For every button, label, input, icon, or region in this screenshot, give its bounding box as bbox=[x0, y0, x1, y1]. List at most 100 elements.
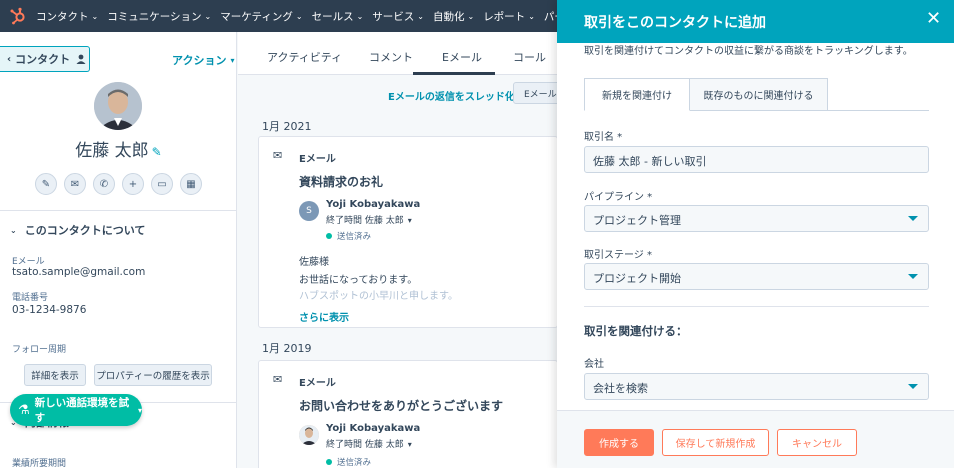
activity-type: Eメール bbox=[299, 154, 336, 165]
caret-down-icon: ▾ bbox=[230, 55, 235, 65]
email-sender: Yoji Kobayakawa bbox=[326, 199, 421, 210]
nav-contacts[interactable]: コンタクト ⌄ bbox=[36, 9, 98, 24]
email-icon[interactable]: ✉ bbox=[64, 173, 86, 195]
email-activity-card[interactable]: ✉ Eメール 資料請求のお礼 S Yoji Kobayakawa 終了時間 佐藤… bbox=[258, 136, 558, 328]
person-icon bbox=[76, 54, 86, 64]
phone-value[interactable]: 03-1234-9876 bbox=[12, 304, 86, 316]
nav-automation[interactable]: 自動化 ⌄ bbox=[433, 9, 474, 24]
panel-title: 取引をこのコンタクトに追加 bbox=[584, 15, 766, 31]
timeline-month: 1月 2021 bbox=[262, 120, 312, 133]
show-more-link[interactable]: さらに表示 bbox=[299, 309, 349, 324]
about-section-toggle[interactable]: ⌄ このコンタクトについて bbox=[10, 222, 145, 238]
chevron-down-icon: ⌄ bbox=[204, 11, 212, 21]
envelope-icon: ✉ bbox=[273, 149, 283, 162]
divider bbox=[584, 306, 929, 307]
add-deal-panel: 取引をこのコンタクトに追加 ✕ 取引を関連付けてコンタクトの収益に繋がる商談をト… bbox=[557, 0, 954, 468]
pipeline-select[interactable]: プロジェクト管理 bbox=[584, 205, 929, 232]
window-icon[interactable]: ▭ bbox=[151, 173, 173, 195]
chevron-down-icon: ⌄ bbox=[10, 225, 17, 235]
panel-footer: 作成する 保存して新規作成 キャンセル bbox=[557, 410, 954, 468]
sent-status-dot bbox=[326, 459, 332, 465]
chevron-down-icon: ⌄ bbox=[417, 11, 424, 21]
email-body-line: 佐藤様 bbox=[299, 257, 329, 268]
company-label: 会社 bbox=[584, 359, 604, 370]
calendar-icon[interactable]: ▦ bbox=[180, 173, 202, 195]
phone-label: 電話番号 bbox=[12, 293, 49, 303]
deal-name-label: 取引名 * bbox=[584, 132, 623, 143]
sent-status-dot bbox=[326, 233, 332, 239]
save-and-new-button[interactable]: 保存して新規作成 bbox=[662, 429, 769, 456]
panel-description: 取引を関連付けてコンタクトの収益に繋がる商談をトラッキングします。 bbox=[584, 46, 913, 57]
caret-down-icon: ▾ bbox=[407, 440, 412, 449]
associate-section-title: 取引を関連付ける： bbox=[584, 324, 688, 338]
note-edit-icon[interactable]: ✎ bbox=[35, 173, 57, 195]
email-sender: Yoji Kobayakawa bbox=[326, 423, 421, 434]
create-button[interactable]: 作成する bbox=[584, 429, 654, 456]
activity-type: Eメール bbox=[299, 378, 336, 389]
chevron-down-icon: ⌄ bbox=[91, 11, 99, 21]
avatar bbox=[94, 82, 142, 130]
chevron-down-icon: ⌄ bbox=[467, 11, 475, 21]
nav-marketing[interactable]: マーケティング ⌄ bbox=[220, 9, 302, 24]
contact-name: 佐藤 太郎 ✎ bbox=[75, 141, 162, 161]
activity-timeline: アクティビティ コメント Eメール コール Eメールの返信をスレッド化 Eメール… bbox=[238, 32, 558, 468]
flask-icon: ⚗ bbox=[18, 402, 30, 418]
envelope-icon: ✉ bbox=[273, 373, 283, 386]
email-activity-card[interactable]: ✉ Eメール お問い合わせをありがとうございます Yoji Kobayakawa… bbox=[258, 360, 558, 468]
chevron-left-icon: ‹ bbox=[7, 53, 12, 65]
email-body-line: お世話になっております。 bbox=[299, 275, 418, 286]
actions-dropdown[interactable]: アクション ▾ bbox=[172, 52, 234, 68]
back-to-contacts-button[interactable]: ‹ コンタクト bbox=[0, 46, 90, 72]
status-badge: 送信済み bbox=[326, 230, 371, 242]
thread-emails-link[interactable]: Eメールの返信をスレッド化 bbox=[388, 88, 515, 103]
email-filter-button[interactable]: Eメールの bbox=[513, 82, 558, 104]
avatar bbox=[299, 425, 319, 445]
close-icon[interactable]: ✕ bbox=[926, 8, 941, 29]
hubspot-logo-icon[interactable] bbox=[0, 0, 36, 32]
deal-name-input[interactable]: 佐藤 太郎 - 新しい取引 bbox=[584, 146, 929, 173]
caret-down-icon bbox=[908, 384, 918, 389]
email-subject[interactable]: 資料請求のお礼 bbox=[299, 173, 383, 190]
tab-calls[interactable]: コール bbox=[513, 49, 546, 65]
tab-comments[interactable]: コメント bbox=[369, 49, 413, 65]
email-recipient[interactable]: 終了時間 佐藤 太郎 ▾ bbox=[326, 213, 412, 226]
nav-reports[interactable]: レポート ⌄ bbox=[483, 9, 535, 24]
chevron-down-icon: ⌄ bbox=[295, 11, 303, 21]
nav-conversations[interactable]: コミュニケーション ⌄ bbox=[107, 9, 211, 24]
timeline-month: 1月 2019 bbox=[262, 342, 312, 355]
divider bbox=[0, 210, 236, 211]
status-badge: 送信済み bbox=[326, 456, 371, 468]
deal-stage-select[interactable]: プロジェクト開始 bbox=[584, 263, 929, 290]
email-recipient[interactable]: 終了時間 佐藤 太郎 ▾ bbox=[326, 437, 412, 450]
tab-activity[interactable]: アクティビティ bbox=[267, 49, 342, 65]
email-subject[interactable]: お問い合わせをありがとうございます bbox=[299, 397, 503, 414]
panel-header: 取引をこのコンタクトに追加 ✕ bbox=[557, 0, 954, 43]
active-tab-indicator bbox=[413, 72, 495, 75]
tab-associate-new[interactable]: 新規を関連付け bbox=[584, 78, 690, 111]
contact-action-icons: ✎ ✉ ✆ + ▭ ▦ bbox=[35, 173, 209, 195]
followup-label: フォロー周期 bbox=[12, 345, 67, 355]
try-new-calling-button[interactable]: ⚗ 新しい通話環境を試す ▾ bbox=[10, 394, 142, 426]
plus-icon[interactable]: + bbox=[122, 173, 144, 195]
tab-associate-existing[interactable]: 既存のものに関連付ける bbox=[689, 78, 828, 111]
email-value[interactable]: tsato.sample@gmail.com bbox=[12, 266, 145, 278]
nav-service[interactable]: サービス ⌄ bbox=[372, 9, 424, 24]
nav-sales[interactable]: セールス ⌄ bbox=[312, 9, 364, 24]
caret-down-icon: ▾ bbox=[407, 216, 412, 225]
avatar: S bbox=[299, 201, 319, 221]
email-body-line-faded: ハブスポットの小早川と申します。 bbox=[299, 291, 458, 302]
deal-stage-label: 取引ステージ * bbox=[584, 250, 652, 261]
caret-down-icon bbox=[908, 274, 918, 279]
phone-icon[interactable]: ✆ bbox=[93, 173, 115, 195]
company-search-select[interactable]: 会社を検索 bbox=[584, 373, 929, 400]
cancel-button[interactable]: キャンセル bbox=[777, 429, 857, 456]
tab-email[interactable]: Eメール bbox=[442, 49, 482, 65]
pencil-edit-icon[interactable]: ✎ bbox=[152, 145, 162, 159]
caret-down-icon bbox=[908, 216, 918, 221]
property-history-button[interactable]: プロパティーの履歴を表示 bbox=[94, 364, 212, 386]
internal-sub-label: 業績所要期間 bbox=[12, 459, 67, 468]
chevron-down-icon: ⌄ bbox=[528, 11, 535, 21]
activity-tabs: アクティビティ コメント Eメール コール bbox=[238, 32, 558, 75]
view-details-button[interactable]: 詳細を表示 bbox=[24, 364, 86, 386]
pipeline-label: パイプライン * bbox=[584, 192, 653, 203]
